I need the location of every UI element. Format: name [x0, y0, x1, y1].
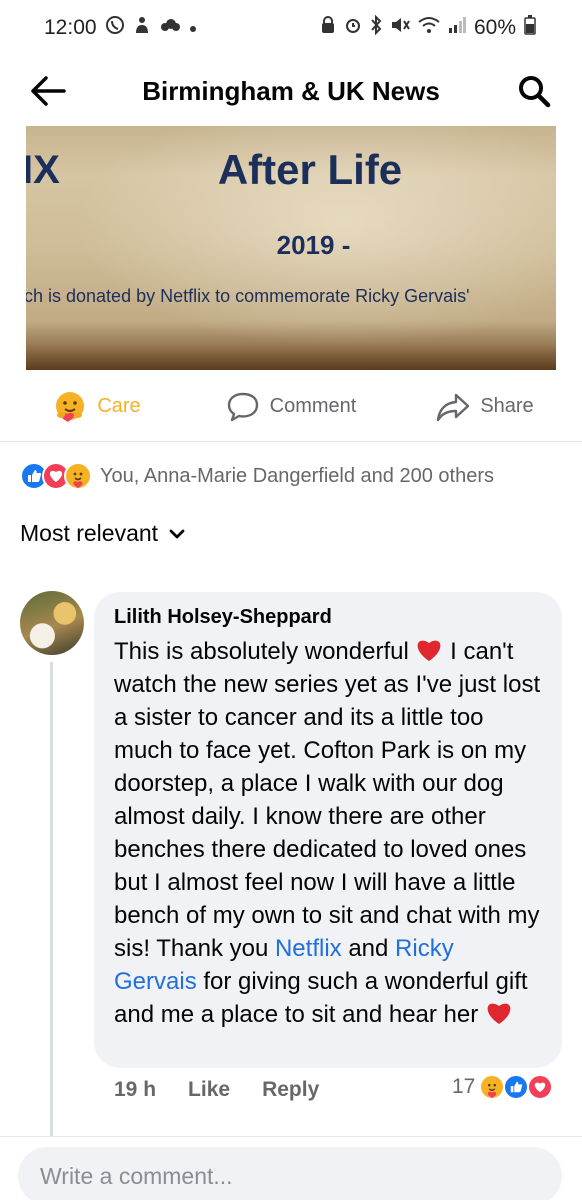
bench-edge [26, 344, 556, 370]
netflix-link[interactable]: Netflix [275, 935, 342, 962]
comment-bubble[interactable]: Lilith Holsey-Sheppard This is absolutel… [94, 592, 562, 1068]
care-label: Care [97, 395, 141, 417]
care-reaction-icon [64, 462, 92, 490]
post-image[interactable]: IX After Life 2019 - ch is donated by Ne… [26, 126, 556, 370]
status-bar: 12:00 60% [0, 0, 582, 56]
comment-author[interactable]: Lilith Holsey-Sheppard [114, 602, 542, 632]
bluetooth-icon [370, 14, 382, 41]
alarm-icon [344, 16, 362, 40]
search-button[interactable] [512, 69, 556, 113]
plaque-title: After Life [217, 146, 403, 193]
mute-icon [390, 16, 410, 40]
back-button[interactable] [26, 69, 70, 113]
share-button[interactable]: Share [388, 392, 582, 422]
comment-label: Comment [269, 395, 357, 417]
notification-icon [133, 15, 151, 41]
care-emoji-icon [56, 391, 85, 422]
comment-sort-dropdown[interactable]: Most relevant [20, 520, 186, 547]
comment-reaction-count: 17 [452, 1075, 476, 1098]
page-title: Birmingham & UK News [142, 75, 440, 106]
battery-icon [524, 15, 536, 41]
comment-icon [227, 392, 258, 421]
reaction-icons [20, 462, 92, 490]
cloud-icon [159, 17, 181, 39]
share-icon [437, 393, 470, 421]
status-right: 60% [320, 14, 536, 41]
comment-reply-button[interactable]: Reply [262, 1078, 319, 1102]
whatsapp-icon [105, 15, 125, 41]
chevron-down-icon [169, 529, 185, 538]
comment-button[interactable]: Comment [194, 391, 388, 423]
dot-icon [189, 17, 197, 39]
status-time: 12:00 [44, 16, 97, 39]
header: Birmingham & UK News [0, 56, 582, 126]
reactions-summary[interactable]: You, Anna-Marie Dangerfield and 200 othe… [20, 456, 494, 496]
status-left: 12:00 [44, 15, 197, 41]
care-reaction-icon [479, 1074, 506, 1100]
love-reaction-icon [527, 1074, 554, 1100]
sort-label: Most relevant [20, 520, 159, 546]
comment-like-button[interactable]: Like [188, 1078, 230, 1102]
share-label: Share [480, 395, 534, 417]
plaque-caption: ch is donated by Netflix to commemorate … [26, 286, 470, 306]
wifi-icon [418, 16, 440, 40]
care-button[interactable]: Care [0, 390, 194, 424]
search-icon [518, 76, 551, 108]
lock-icon [320, 16, 336, 40]
comment-composer [0, 1136, 582, 1200]
battery-percent: 60% [473, 16, 516, 39]
reactions-text: You, Anna-Marie Dangerfield and 200 othe… [100, 464, 494, 487]
comment-text-and: and [341, 935, 396, 962]
back-arrow-icon [31, 76, 66, 106]
plaque-year: 2019 - [276, 230, 351, 260]
heart-emoji-icon [418, 640, 441, 661]
signal-icon [448, 16, 466, 40]
comment-text-part2: I can't watch the new series yet as I've… [114, 638, 541, 962]
comment-meta: 19 h Like Reply [114, 1078, 319, 1102]
like-reaction-icon [503, 1074, 530, 1100]
comment-time[interactable]: 19 h [114, 1078, 156, 1102]
post-actions: Care Comment Share [0, 372, 582, 442]
comment-reactions[interactable]: 17 [452, 1074, 554, 1100]
avatar[interactable] [20, 591, 84, 655]
comment-text: This is absolutely wonderful I can't wat… [114, 635, 542, 1031]
comment-text-part1: This is absolutely wonderful [114, 638, 409, 665]
heart-emoji-icon [487, 1003, 511, 1024]
comment-input[interactable] [18, 1147, 562, 1200]
thread-line [50, 662, 53, 1138]
